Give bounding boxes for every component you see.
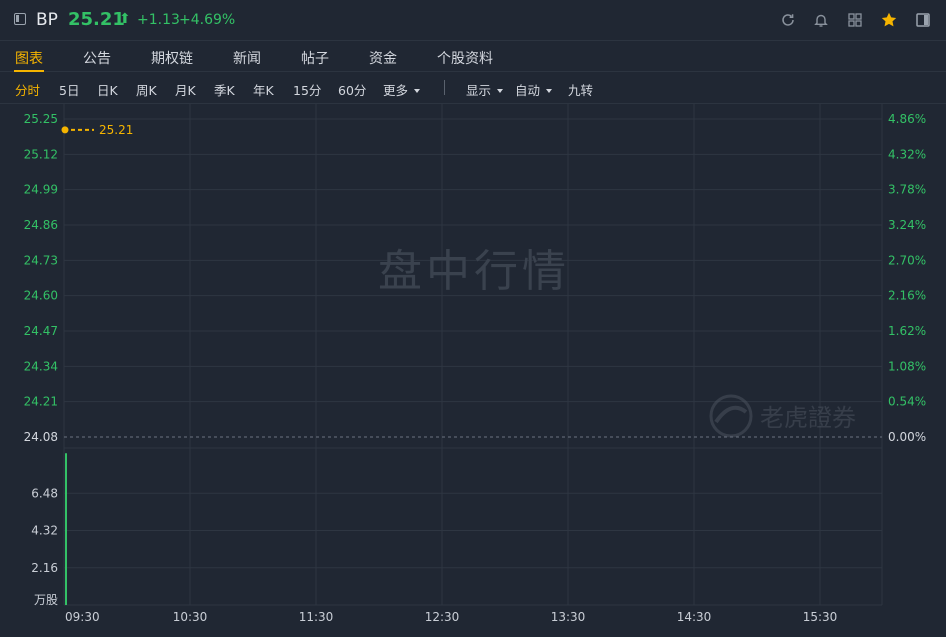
volume-tick-label: 4.32 — [31, 524, 58, 538]
price-tick-label: 24.34 — [24, 359, 58, 373]
percent-tick-label: 2.70% — [888, 253, 926, 267]
toolbar-divider — [444, 80, 445, 95]
display-dropdown-label: 显示 — [466, 83, 492, 98]
chart-toolbar: 分时 5日 日K 周K 月K 季K 年K 15分 60分 更多 显示 自动 九转 — [0, 72, 946, 104]
time-tick-label: 14:30 — [677, 610, 712, 624]
auto-dropdown-label: 自动 — [515, 83, 541, 98]
watermark-text: 盘中行情 — [378, 246, 570, 297]
percent-tick-label: 3.24% — [888, 218, 926, 232]
volume-axis: 6.48 4.32 2.16 万股 — [31, 486, 58, 607]
time-tick-label: 12:30 — [425, 610, 460, 624]
display-dropdown[interactable]: 显示 — [466, 80, 504, 99]
percent-tick-label: 1.62% — [888, 324, 926, 338]
volume-tick-label: 6.48 — [31, 486, 58, 500]
percent-tick-label: 4.32% — [888, 147, 926, 161]
period-60min[interactable]: 60分 — [338, 80, 366, 99]
time-tick-label: 11:30 — [299, 610, 334, 624]
percent-axis: 4.86% 4.32% 3.78% 3.24% 2.70% 2.16% 1.62% 1.08%… — [888, 112, 926, 444]
percent-tick-label: 0.54% — [888, 395, 926, 409]
td-sequential-toggle[interactable]: 九转 — [568, 80, 593, 99]
price-change-percent: +4.69% — [179, 12, 236, 28]
price-tick-label: 25.25 — [24, 112, 58, 126]
period-daily[interactable]: 日K — [97, 80, 118, 99]
period-intraday[interactable]: 分时 — [15, 80, 40, 99]
percent-tick-label: 0.00% — [888, 430, 926, 444]
time-tick-label: 10:30 — [173, 610, 208, 624]
percent-tick-label: 3.78% — [888, 183, 926, 197]
tab-options-chain[interactable]: 期权链 — [151, 48, 193, 68]
sidebar-toggle-icon[interactable] — [14, 13, 26, 25]
period-15min[interactable]: 15分 — [293, 80, 321, 99]
tab-announcements[interactable]: 公告 — [83, 48, 111, 68]
percent-tick-label: 1.08% — [888, 359, 926, 373]
main-tabs: 图表 公告 期权链 新闻 帖子 资金 个股资料 — [0, 40, 946, 72]
time-tick-label: 09:30 — [65, 610, 100, 624]
chevron-down-icon — [414, 89, 421, 93]
chevron-down-icon — [546, 89, 553, 93]
grid-icon[interactable] — [846, 11, 864, 29]
price-change: +1.13 — [137, 12, 180, 28]
price-tick-label: 24.60 — [24, 289, 58, 303]
star-icon[interactable] — [880, 11, 898, 29]
panel-toggle-icon[interactable] — [914, 11, 932, 29]
intraday-chart[interactable]: 盘中行情 老虎證券 25.25 25.12 24.99 24.86 24.73 24.60… — [0, 104, 946, 633]
price-tick-label: 25.12 — [24, 147, 58, 161]
price-tick-label: 24.47 — [24, 324, 58, 338]
tab-chart[interactable]: 图表 — [15, 48, 43, 68]
price-axis: 25.25 25.12 24.99 24.86 24.73 24.60 24.47 24.34… — [24, 112, 58, 444]
refresh-icon[interactable] — [779, 11, 797, 29]
chart-grid — [63, 104, 883, 606]
more-dropdown[interactable]: 更多 — [383, 80, 421, 99]
time-tick-label: 13:30 — [551, 610, 586, 624]
time-axis: 09:30 10:30 11:30 12:30 13:30 14:30 15:30 — [65, 610, 837, 624]
price-tick-label: 24.21 — [24, 395, 58, 409]
bell-icon[interactable] — [812, 11, 830, 29]
period-yearly[interactable]: 年K — [253, 80, 274, 99]
header-bar: BP 25.21 ⬆ +1.13 +4.69% — [0, 0, 946, 40]
tab-profile[interactable]: 个股资料 — [437, 48, 493, 68]
last-price-label: 25.21 — [99, 123, 133, 137]
price-tick-label: 24.86 — [24, 218, 58, 232]
brand-text: 老虎證券 — [760, 404, 856, 432]
price-tick-label: 24.08 — [24, 430, 58, 444]
chart-marks: 25.21 — [61, 123, 882, 605]
price-tick-label: 24.73 — [24, 253, 58, 267]
tab-capital[interactable]: 资金 — [369, 48, 397, 68]
price-tick-label: 24.99 — [24, 183, 58, 197]
volume-tick-label: 2.16 — [31, 561, 58, 575]
current-price: 25.21 — [68, 9, 125, 30]
chart-canvas: 盘中行情 老虎證券 25.25 25.12 24.99 24.86 24.73 24.60… — [24, 104, 926, 624]
percent-tick-label: 2.16% — [888, 289, 926, 303]
percent-tick-label: 4.86% — [888, 112, 926, 126]
time-tick-label: 15:30 — [803, 610, 838, 624]
auto-dropdown[interactable]: 自动 — [515, 80, 553, 99]
volume-bar — [65, 453, 67, 605]
up-arrow-icon: ⬆ — [119, 11, 131, 27]
more-dropdown-label: 更多 — [383, 83, 409, 98]
period-5day[interactable]: 5日 — [59, 80, 79, 99]
chevron-down-icon — [497, 89, 504, 93]
period-monthly[interactable]: 月K — [175, 80, 196, 99]
tab-news[interactable]: 新闻 — [233, 48, 261, 68]
ticker-symbol: BP — [36, 10, 58, 30]
tab-posts[interactable]: 帖子 — [301, 48, 329, 68]
last-price-dot — [61, 126, 69, 134]
period-weekly[interactable]: 周K — [136, 80, 157, 99]
period-quarterly[interactable]: 季K — [214, 80, 235, 99]
volume-unit-label: 万股 — [34, 593, 58, 607]
